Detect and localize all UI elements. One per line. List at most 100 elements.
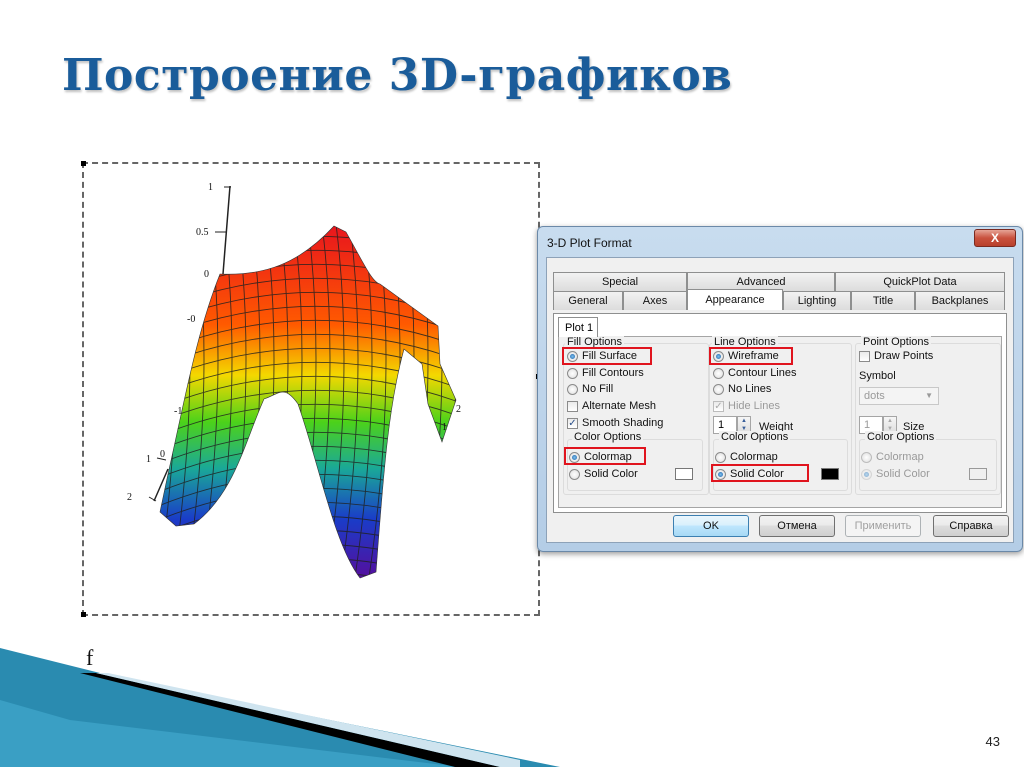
fill-solid-color-radio[interactable]: Solid Color bbox=[569, 467, 638, 481]
radio-indicator bbox=[861, 468, 872, 480]
fill-contours-label: Fill Contours bbox=[582, 367, 644, 379]
dialog-title: 3-D Plot Format bbox=[547, 236, 632, 250]
band-light bbox=[0, 700, 460, 767]
chevron-down-icon: ▼ bbox=[925, 391, 933, 400]
slide-title: Построение 3D-графиков bbox=[62, 50, 733, 101]
tab-title[interactable]: Title bbox=[851, 291, 915, 310]
band-blue bbox=[0, 648, 560, 767]
tab-plot-1[interactable]: Plot 1 bbox=[558, 317, 598, 337]
z-tick-label: 1 bbox=[208, 182, 213, 193]
point-colormap-radio[interactable]: Colormap bbox=[861, 450, 924, 464]
hide-lines-label: Hide Lines bbox=[728, 400, 780, 412]
radio-indicator bbox=[861, 451, 872, 463]
dialog-client: Special Advanced QuickPlot Data General … bbox=[546, 257, 1014, 543]
mesh-line bbox=[160, 529, 456, 569]
tab-axes[interactable]: Axes bbox=[623, 291, 687, 310]
alternate-mesh-checkbox[interactable]: Alternate Mesh bbox=[567, 399, 656, 413]
x-tick-label: 1 bbox=[442, 422, 447, 433]
y-tick-label: 1 bbox=[146, 454, 151, 465]
contour-lines-radio[interactable]: Contour Lines bbox=[713, 366, 797, 380]
radio-indicator bbox=[567, 367, 578, 379]
line-color-options-label: Color Options bbox=[719, 431, 791, 443]
tab-quickplot-data[interactable]: QuickPlot Data bbox=[835, 272, 1005, 291]
close-button[interactable]: X bbox=[974, 229, 1016, 247]
no-fill-label: No Fill bbox=[582, 383, 614, 395]
checkbox-indicator bbox=[859, 350, 870, 362]
line-colormap-label: Colormap bbox=[730, 451, 778, 463]
line-colormap-radio[interactable]: Colormap bbox=[715, 450, 778, 464]
z-tick-label: 0.5 bbox=[196, 227, 209, 238]
point-solid-color-label: Solid Color bbox=[876, 468, 930, 480]
page-number: 43 bbox=[985, 734, 1000, 749]
point-color-swatch[interactable] bbox=[969, 468, 987, 480]
tab-backplanes[interactable]: Backplanes bbox=[915, 291, 1005, 310]
plot-region[interactable]: 1 0.5 0 -0 -1 0 1 2 2 1 bbox=[81, 161, 541, 617]
tab-general[interactable]: General bbox=[553, 291, 623, 310]
tab-lighting[interactable]: Lighting bbox=[783, 291, 851, 310]
mesh-line bbox=[160, 557, 456, 578]
alternate-mesh-label: Alternate Mesh bbox=[582, 400, 656, 412]
plot-1-panel: Fill Options Fill Surface Fill Contours … bbox=[558, 336, 1002, 508]
x-tick-label: 2 bbox=[456, 404, 461, 415]
dialog-titlebar[interactable]: 3-D Plot Format X bbox=[538, 227, 1022, 257]
no-lines-label: No Lines bbox=[728, 383, 772, 395]
cancel-button[interactable]: Отмена bbox=[759, 515, 835, 537]
highlight-box bbox=[562, 347, 652, 365]
line-color-swatch[interactable] bbox=[821, 468, 839, 480]
highlight-box bbox=[709, 347, 793, 365]
checkbox-indicator bbox=[567, 400, 578, 412]
mesh-line bbox=[160, 543, 456, 578]
symbol-label: Symbol bbox=[859, 369, 896, 383]
function-name-label[interactable]: f bbox=[86, 645, 93, 671]
z-tick-label: 0 bbox=[204, 269, 209, 280]
fill-color-swatch[interactable] bbox=[675, 468, 693, 480]
radio-indicator bbox=[567, 383, 578, 395]
radio-indicator bbox=[569, 468, 580, 480]
tab-special[interactable]: Special bbox=[553, 272, 687, 291]
fill-contours-radio[interactable]: Fill Contours bbox=[567, 366, 644, 380]
fill-color-options-label: Color Options bbox=[572, 431, 644, 443]
point-colormap-label: Colormap bbox=[876, 451, 924, 463]
smooth-shading-label: Smooth Shading bbox=[582, 417, 664, 429]
y-tick-label: 2 bbox=[127, 492, 132, 503]
mesh-line bbox=[409, 226, 429, 578]
plot-format-dialog: 3-D Plot Format X Special Advanced Quick… bbox=[537, 226, 1023, 552]
mesh-line bbox=[144, 586, 464, 616]
radio-indicator bbox=[715, 451, 726, 463]
z-axis bbox=[222, 185, 231, 275]
symbol-label-text: Symbol bbox=[859, 370, 896, 382]
help-button[interactable]: Справка bbox=[933, 515, 1009, 537]
highlight-box bbox=[711, 464, 809, 482]
checkmark-icon: ✓ bbox=[567, 417, 578, 429]
point-color-options-group bbox=[859, 439, 997, 491]
smooth-shading-checkbox[interactable]: ✓ Smooth Shading bbox=[567, 416, 663, 430]
checkmark-icon: ✓ bbox=[713, 400, 724, 412]
draw-points-label: Draw Points bbox=[874, 350, 934, 362]
mesh-line bbox=[160, 226, 177, 578]
hide-lines-checkbox[interactable]: ✓ Hide Lines bbox=[713, 399, 780, 413]
appearance-panel: Plot 1 Fill Options Fill Surface Fill Co… bbox=[553, 313, 1007, 513]
point-solid-color-radio[interactable]: Solid Color bbox=[861, 467, 930, 481]
no-lines-radio[interactable]: No Lines bbox=[713, 382, 771, 396]
highlight-box bbox=[564, 447, 646, 465]
radio-indicator bbox=[713, 367, 724, 379]
draw-points-checkbox[interactable]: Draw Points bbox=[859, 349, 933, 363]
band-pale bbox=[96, 673, 520, 767]
surface-plot: 1 0.5 0 -0 -1 0 1 2 2 1 bbox=[127, 182, 464, 616]
tab-appearance[interactable]: Appearance bbox=[687, 289, 783, 310]
tab-row-2: General Axes Appearance Lighting Title B… bbox=[553, 289, 1005, 310]
point-color-options-label: Color Options bbox=[865, 431, 937, 443]
mesh-line bbox=[395, 226, 415, 578]
close-icon: X bbox=[990, 231, 999, 245]
ok-button[interactable]: OK bbox=[673, 515, 749, 537]
mesh-line bbox=[160, 571, 456, 578]
apply-button[interactable]: Применить bbox=[845, 515, 921, 537]
surface-mesh bbox=[144, 226, 464, 616]
z-tick-label: -0 bbox=[187, 314, 195, 325]
radio-indicator bbox=[713, 383, 724, 395]
mesh-line bbox=[160, 226, 163, 578]
symbol-select[interactable]: dots ▼ bbox=[859, 387, 939, 405]
no-fill-radio[interactable]: No Fill bbox=[567, 382, 613, 396]
contour-lines-label: Contour Lines bbox=[728, 367, 797, 379]
symbol-value: dots bbox=[864, 390, 885, 402]
